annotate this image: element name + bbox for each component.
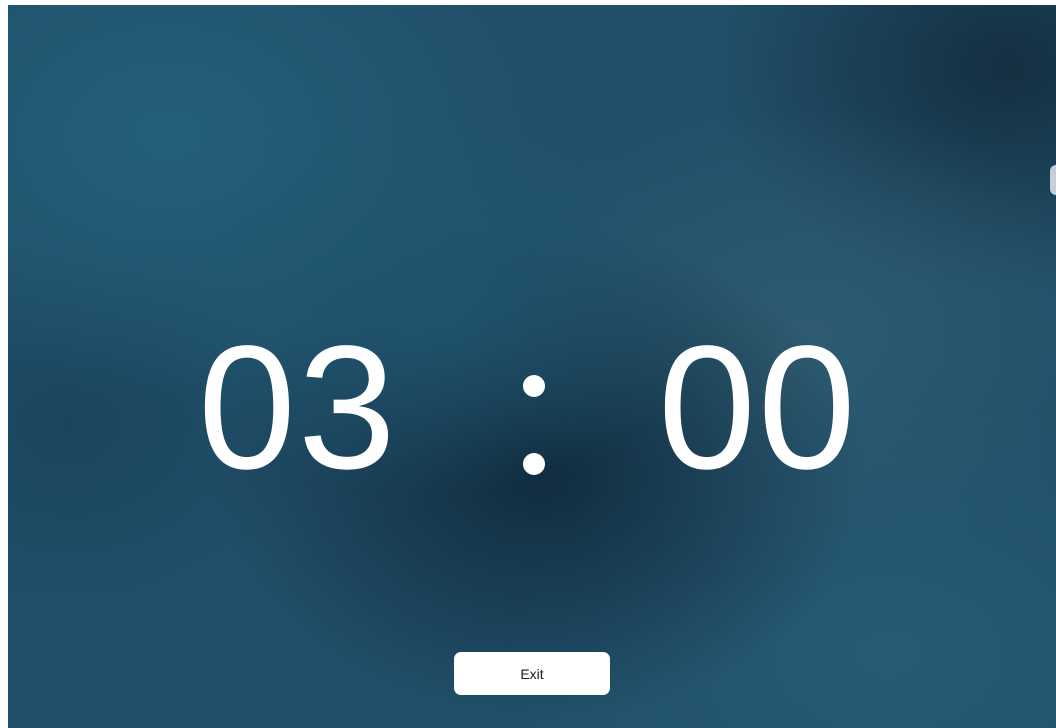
seconds-display: 00 bbox=[658, 310, 858, 506]
colon-separator-bottom bbox=[523, 453, 545, 475]
minutes-display: 03 bbox=[198, 310, 398, 506]
colon-separator-top bbox=[523, 375, 545, 397]
countdown-display: 03 00 bbox=[8, 310, 1056, 506]
edge-handle bbox=[1050, 165, 1056, 195]
exit-button[interactable]: Exit bbox=[454, 652, 610, 695]
timer-screen: 03 00 Exit bbox=[8, 5, 1056, 728]
